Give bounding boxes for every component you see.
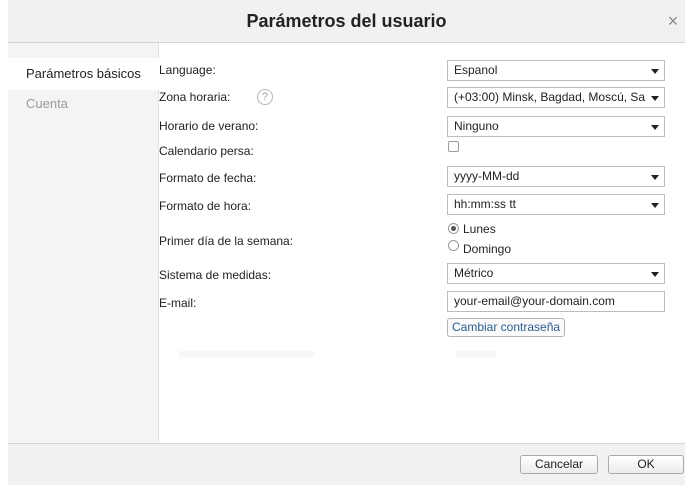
chevron-down-icon — [651, 272, 659, 277]
settings-sidebar: Parámetros básicos Cuenta — [8, 43, 159, 443]
timezone-value: (+03:00) Minsk, Bagdad, Moscú, Sa — [454, 90, 646, 104]
cancel-button[interactable]: Cancelar — [520, 455, 598, 474]
user-settings-dialog: Parámetros del usuario × Parámetros bási… — [8, 0, 685, 485]
date-format-label: Formato de fecha: — [159, 171, 257, 185]
units-value: Métrico — [454, 266, 494, 280]
language-select[interactable]: Espanol — [447, 60, 665, 81]
language-value: Espanol — [454, 63, 498, 77]
units-label: Sistema de medidas: — [159, 268, 272, 282]
date-format-value: yyyy-MM-dd — [454, 169, 520, 183]
dst-label: Horario de verano: — [159, 119, 259, 133]
time-format-select[interactable]: hh:mm:ss tt — [447, 194, 665, 215]
dst-select[interactable]: Ninguno — [447, 116, 665, 137]
email-field[interactable]: your-email@your-domain.com — [447, 291, 665, 312]
close-icon[interactable]: × — [663, 11, 683, 31]
dst-value: Ninguno — [454, 119, 499, 133]
tab-account[interactable]: Cuenta — [8, 90, 158, 118]
radio-monday[interactable] — [448, 223, 459, 234]
radio-sunday-label: Domingo — [463, 242, 512, 256]
faint-divider — [456, 351, 496, 357]
chevron-down-icon — [651, 125, 659, 130]
persian-calendar-checkbox[interactable] — [448, 141, 459, 152]
units-select[interactable]: Métrico — [447, 263, 665, 284]
dialog-titlebar: Parámetros del usuario × — [8, 0, 685, 43]
chevron-down-icon — [651, 69, 659, 74]
email-label: E-mail: — [159, 296, 197, 310]
first-day-label: Primer día de la semana: — [159, 234, 294, 248]
settings-form: Language: Espanol Zona horaria: ? (+03:0… — [159, 43, 685, 443]
timezone-select[interactable]: (+03:00) Minsk, Bagdad, Moscú, Sa — [447, 87, 665, 108]
change-password-button[interactable]: Cambiar contraseña — [447, 318, 566, 337]
time-format-label: Formato de hora: — [159, 199, 252, 213]
date-format-select[interactable]: yyyy-MM-dd — [447, 166, 665, 187]
chevron-down-icon — [651, 203, 659, 208]
faint-divider — [179, 351, 314, 357]
persian-calendar-label: Calendario persa: — [159, 144, 254, 158]
radio-sunday[interactable] — [448, 240, 459, 251]
tab-basic-settings[interactable]: Parámetros básicos — [8, 58, 159, 90]
dialog-title: Parámetros del usuario — [246, 11, 447, 31]
help-icon[interactable]: ? — [257, 89, 273, 105]
language-label: Language: — [159, 63, 216, 77]
timezone-label: Zona horaria: — [159, 90, 231, 104]
dialog-footer: Cancelar OK — [8, 443, 685, 485]
chevron-down-icon — [651, 175, 659, 180]
radio-monday-label: Lunes — [463, 222, 496, 236]
ok-button[interactable]: OK — [608, 455, 684, 474]
chevron-down-icon — [651, 96, 659, 101]
time-format-value: hh:mm:ss tt — [454, 197, 517, 211]
